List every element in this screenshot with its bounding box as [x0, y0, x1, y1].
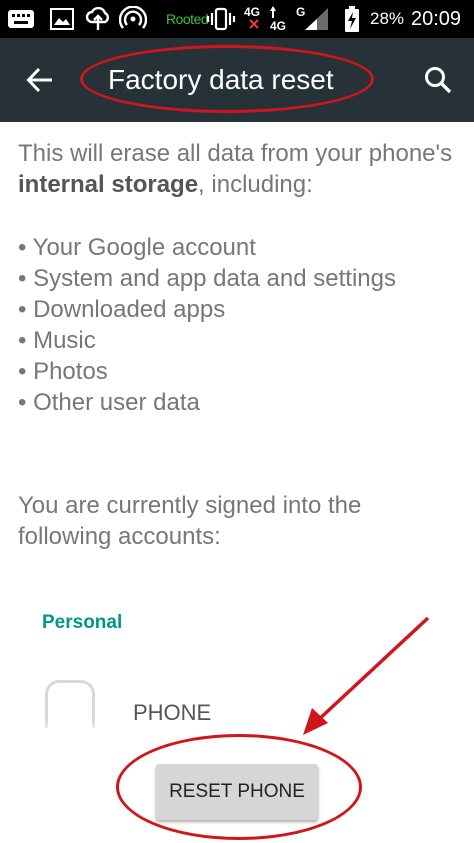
vibrate-icon — [206, 6, 236, 32]
network-4g-bottom: 4G — [270, 19, 287, 33]
rooted-label: Rooted — [166, 11, 209, 27]
list-item: • System and app data and settings — [18, 265, 396, 292]
arrow-up-icon — [270, 6, 276, 18]
list-item: • Other user data — [18, 389, 200, 416]
battery-percent: 28% — [370, 9, 405, 28]
reset-phone-button[interactable]: RESET PHONE — [156, 764, 318, 820]
keyboard-icon — [6, 6, 36, 32]
battery-charging-icon — [342, 6, 362, 32]
erase-items-list: • Your Google account • System and app d… — [18, 232, 468, 418]
clock: 20:09 — [411, 8, 462, 30]
account-phone-icon — [45, 680, 95, 728]
page-title: Factory data reset — [108, 64, 334, 95]
list-item: • Music — [18, 327, 96, 354]
app-toolbar: Factory data reset — [0, 38, 474, 122]
signal-icon — [302, 6, 330, 32]
internal-storage-emphasis: internal storage — [18, 171, 199, 198]
arrow-back-icon[interactable] — [22, 62, 58, 98]
intro-text-part1: This will erase all data from your phone… — [18, 140, 453, 167]
network-4g-top: 4G — [244, 5, 261, 19]
scroll-fade — [0, 722, 474, 734]
screen: Rooted 4G 4G G 28% 20:09 Factory data re… — [0, 0, 474, 843]
erase-warning-text: This will erase all data from your phone… — [18, 138, 458, 200]
list-item: • Photos — [18, 358, 108, 385]
list-item: • Downloaded apps — [18, 296, 226, 323]
status-bar: Rooted 4G 4G G 28% 20:09 — [0, 0, 474, 38]
search-icon[interactable] — [420, 62, 456, 98]
cloud-upload-icon — [84, 6, 112, 32]
image-icon — [48, 6, 76, 32]
signed-in-accounts-text: You are currently signed into the follow… — [18, 492, 362, 550]
section-header-personal: Personal — [42, 612, 123, 633]
intro-text-part2: , including: — [198, 171, 313, 198]
hotspot-icon — [118, 6, 148, 32]
no-data-x-icon — [248, 18, 260, 30]
list-item: • Your Google account — [18, 234, 256, 261]
